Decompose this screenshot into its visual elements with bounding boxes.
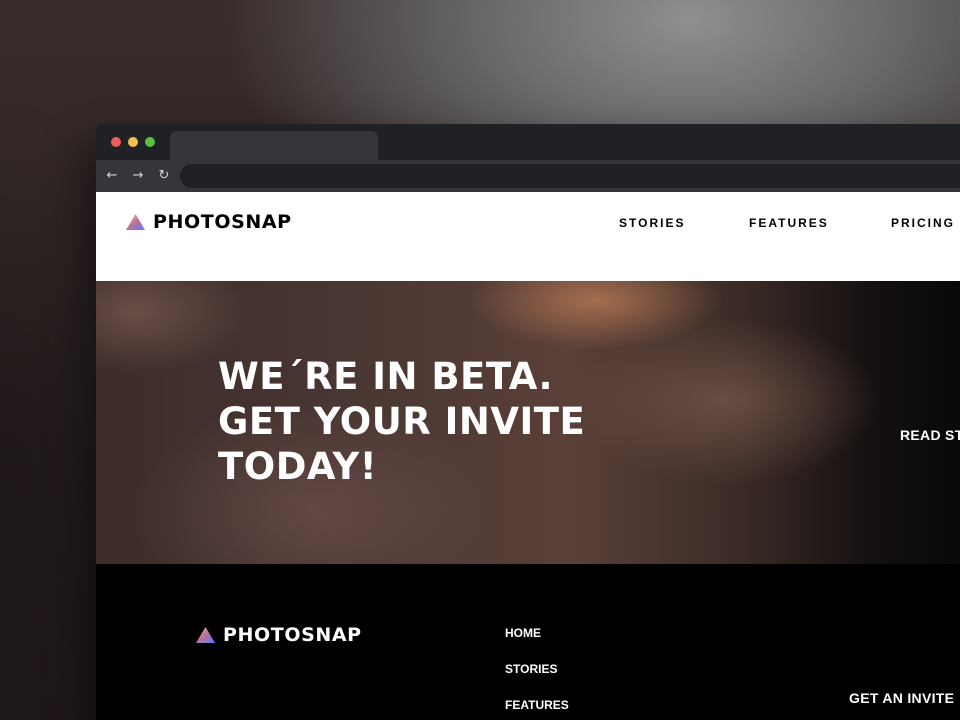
site-footer: PHOTOSNAP HOME STORIES FEATURES GET AN I… — [96, 564, 960, 720]
hero-title-line-1: WE´RE IN BETA. — [218, 355, 554, 398]
footer-link-stories[interactable]: STORIES — [505, 662, 569, 698]
web-page: PHOTOSNAP STORIES FEATURES PRICING WE´RE… — [96, 192, 960, 720]
site-header: PHOTOSNAP STORIES FEATURES PRICING — [96, 192, 960, 281]
address-bar[interactable] — [180, 164, 960, 188]
triangle-gradient-logo-icon — [126, 214, 145, 230]
browser-titlebar — [96, 124, 960, 160]
hero-section: WE´RE IN BETA. GET YOUR INVITE TODAY! RE… — [96, 281, 960, 564]
browser-tab[interactable] — [170, 131, 378, 160]
arrow-right-icon[interactable]: → — [128, 166, 148, 186]
nav-link-stories[interactable]: STORIES — [619, 216, 685, 230]
footer-link-features[interactable]: FEATURES — [505, 698, 569, 720]
minimize-window-button[interactable] — [128, 137, 138, 147]
triangle-gradient-logo-icon — [196, 627, 215, 643]
arrow-left-icon[interactable]: ← — [102, 166, 122, 186]
close-window-button[interactable] — [111, 137, 121, 147]
footer-link-home[interactable]: HOME — [505, 626, 569, 662]
logo-text: PHOTOSNAP — [223, 624, 362, 646]
nav-link-features[interactable]: FEATURES — [749, 216, 829, 230]
footer-nav: HOME STORIES FEATURES — [505, 626, 569, 720]
read-story-link[interactable]: READ ST — [900, 427, 960, 443]
hero-title: WE´RE IN BETA. GET YOUR INVITE TODAY! — [218, 354, 638, 489]
header-logo[interactable]: PHOTOSNAP — [126, 211, 292, 233]
reload-icon[interactable]: ↻ — [154, 166, 174, 186]
browser-window: ← → ↻ PHOTOSNAP STORIES FEATURES PRICING… — [96, 124, 960, 720]
maximize-window-button[interactable] — [145, 137, 155, 147]
get-invite-link[interactable]: GET AN INVITE — [849, 690, 954, 706]
hero-title-line-3: TODAY! — [218, 445, 378, 488]
nav-link-pricing[interactable]: PRICING — [891, 216, 955, 230]
footer-logo[interactable]: PHOTOSNAP — [196, 624, 362, 646]
browser-toolbar: ← → ↻ — [96, 160, 960, 192]
logo-text: PHOTOSNAP — [153, 211, 292, 233]
hero-title-line-2: GET YOUR INVITE — [218, 400, 586, 443]
